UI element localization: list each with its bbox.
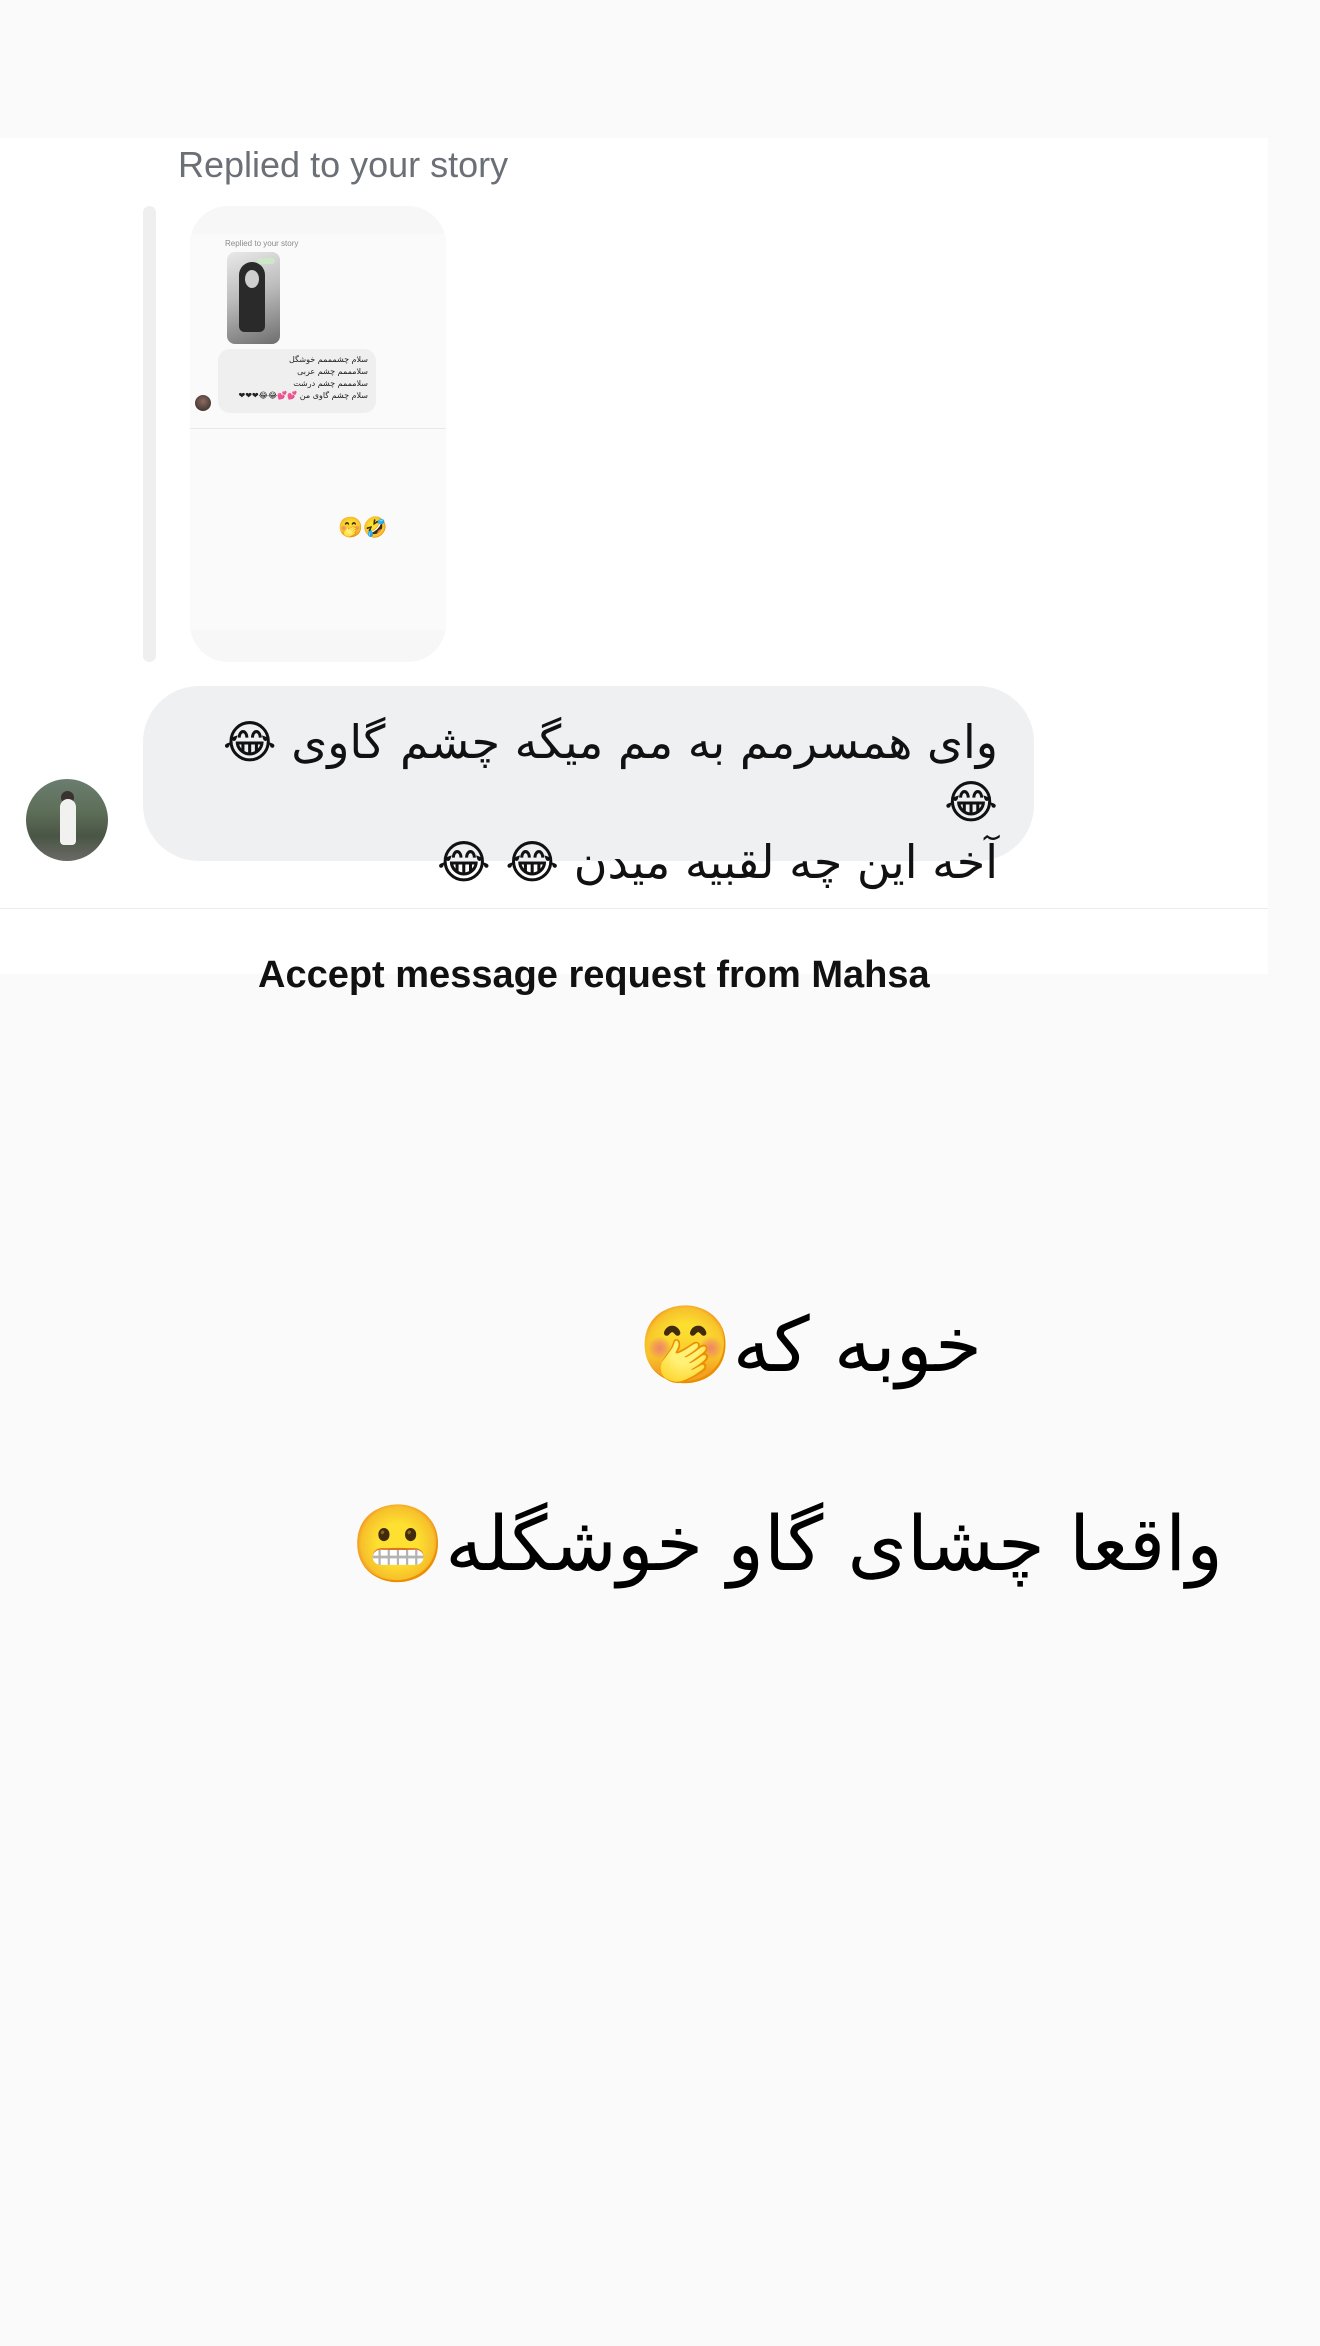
photo-face: [245, 270, 259, 288]
replied-to-story-label: Replied to your story: [178, 144, 509, 185]
mini-avatar: [195, 395, 211, 411]
section-divider: [0, 908, 1268, 909]
mini-replied-label: Replied to your story: [225, 239, 299, 248]
quote-bar: [143, 206, 156, 662]
mini-story-photo: [227, 252, 280, 344]
mini-divider: [190, 428, 446, 429]
photo-sticker: [257, 258, 275, 264]
sender-avatar[interactable]: [26, 779, 108, 861]
mini-bubble-line: سلامممم چشم درشت: [293, 379, 368, 388]
message-line-1: وای همسرمم به مم میگه چشم گاوی 😂 😂: [222, 715, 998, 829]
mini-reaction-emoji: 🤭🤣: [338, 515, 388, 539]
mini-bubble-line: سلام چشمممم خوشگل: [288, 355, 368, 364]
overlay-caption-2: واقعا چشای گاو خوشگله😬: [350, 1499, 1223, 1588]
message-bubble[interactable]: وای همسرمم به مم میگه چشم گاوی 😂 😂 آخه ا…: [143, 686, 1034, 889]
mini-message-bubble: سلام چشمممم خوشگل سلامممم چشم عربی سلامم…: [218, 349, 376, 413]
mini-bubble-line: سلامممم چشم عربی: [297, 367, 368, 376]
overlay-caption-1: خوبه که🤭: [638, 1300, 982, 1389]
avatar-figure: [60, 799, 76, 845]
mini-bubble-line: سلام چشم گاوی من 💕💕😂😂❤❤❤: [238, 391, 368, 400]
story-preview-thumbnail[interactable]: Replied to your story سلام چشمممم خوشگل …: [190, 206, 446, 662]
accept-request-text[interactable]: Accept message request from Mahsa: [258, 954, 930, 997]
message-line-2: آخه این چه لقبیه میدن 😂 😂: [437, 835, 998, 889]
